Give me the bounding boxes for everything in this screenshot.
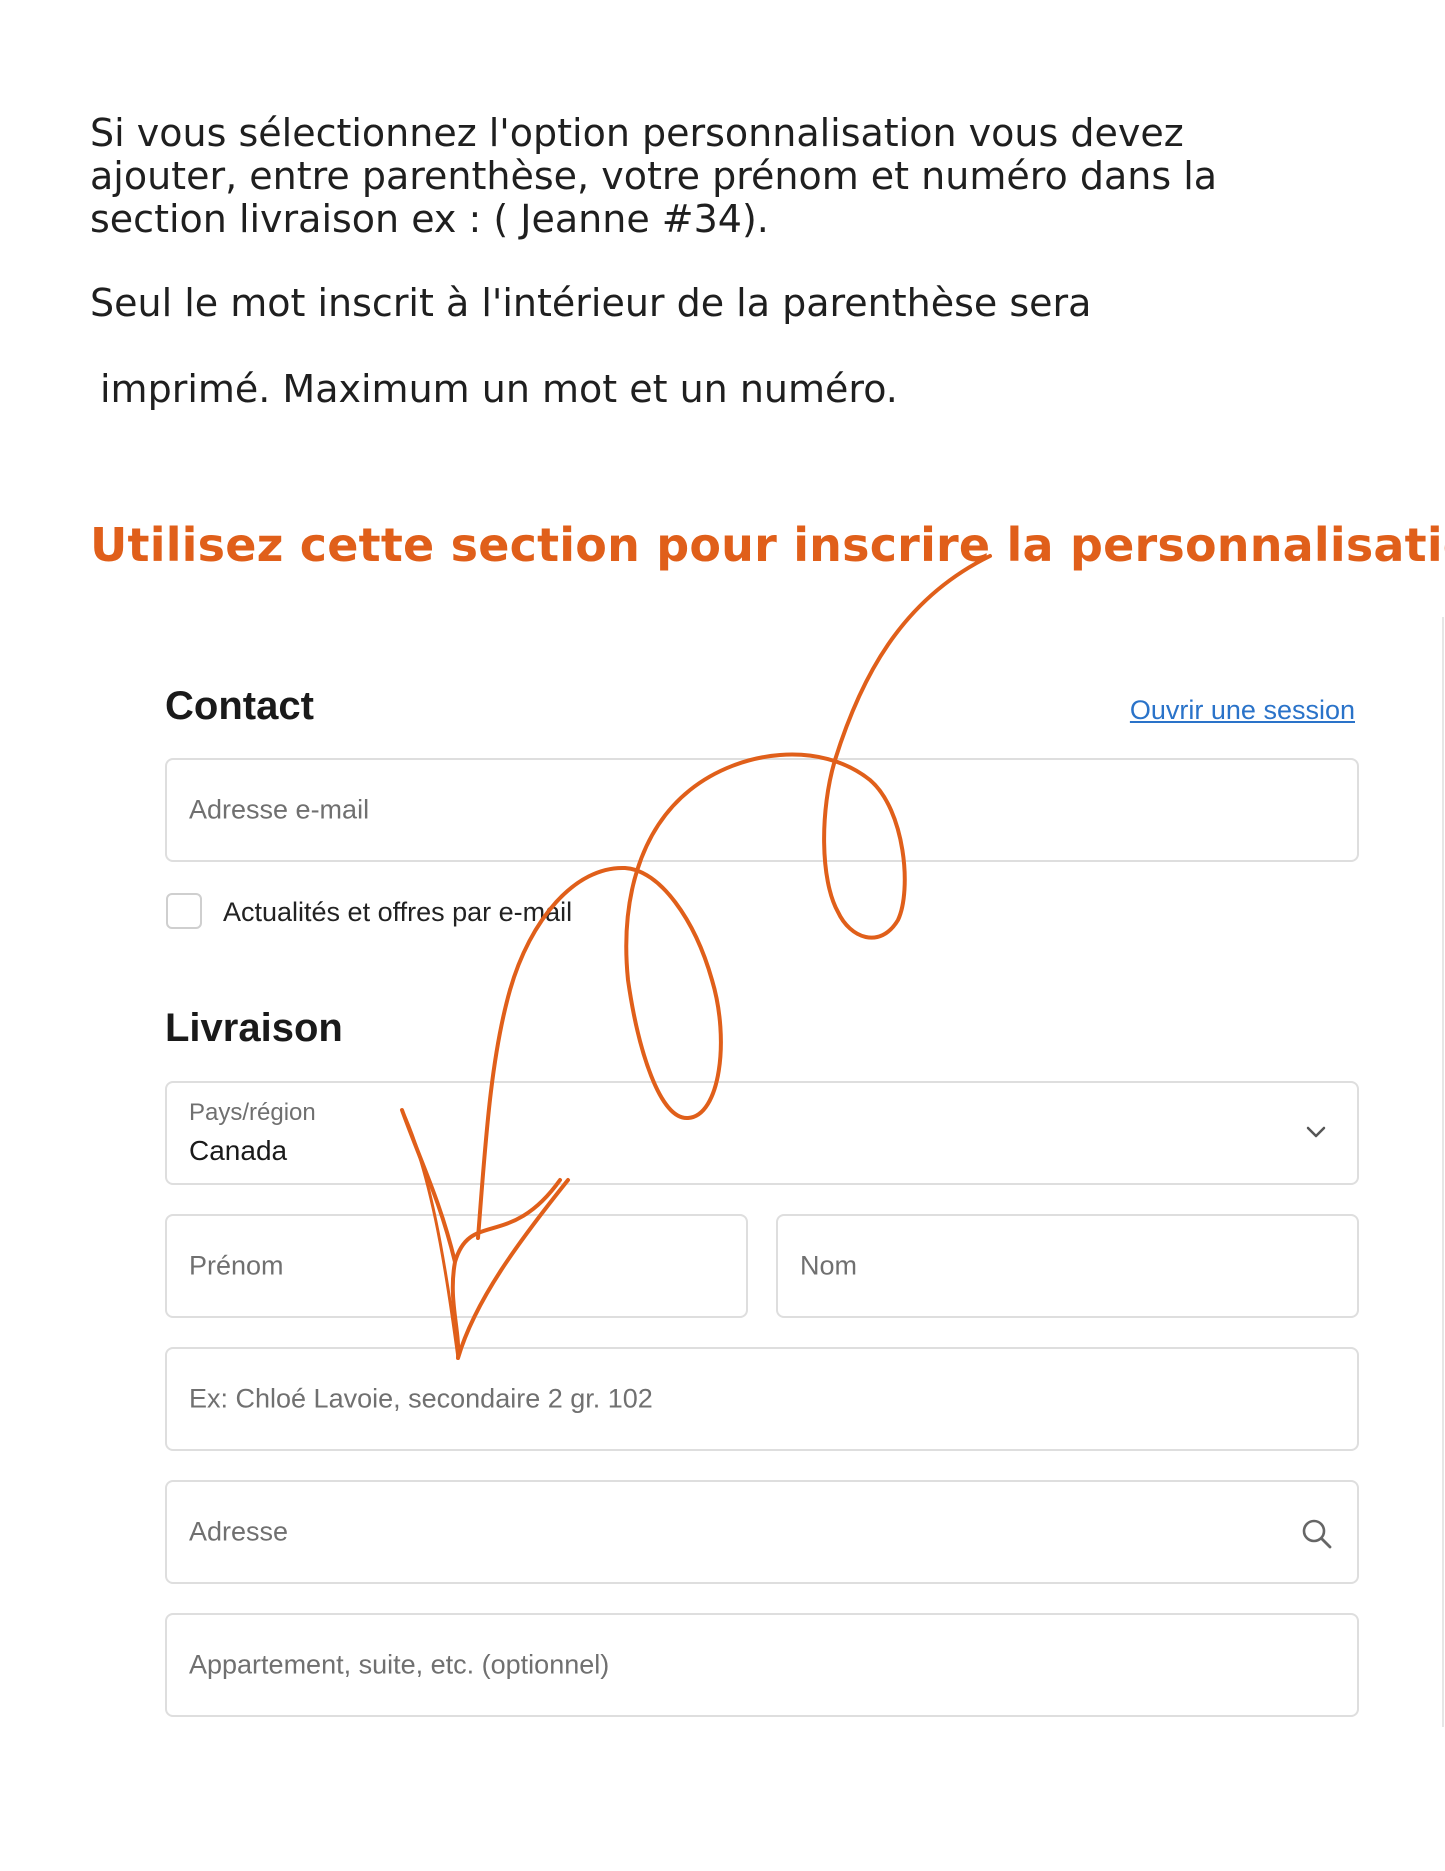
chevron-down-icon [1306, 1126, 1326, 1138]
email-placeholder: Adresse e-mail [189, 794, 370, 825]
contact-title: Contact [165, 684, 314, 728]
newsletter-label: Actualités et offres par e-mail [223, 897, 573, 927]
apartment-field[interactable]: Appartement, suite, etc. (optionnel) [165, 1613, 1359, 1717]
address-placeholder: Adresse [189, 1516, 289, 1547]
first-name-placeholder: Prénom [189, 1250, 284, 1281]
country-value: Canada [189, 1135, 288, 1166]
country-label: Pays/région [189, 1099, 316, 1126]
checkout-form: Contact Ouvrir une session Adresse e-mai… [0, 0, 1445, 1871]
company-field[interactable]: Ex: Chloé Lavoie, secondaire 2 gr. 102 [165, 1347, 1359, 1451]
country-select[interactable]: Pays/région Canada [165, 1081, 1359, 1185]
address-field[interactable]: Adresse [165, 1480, 1359, 1584]
last-name-field[interactable]: Nom [776, 1214, 1359, 1318]
apartment-placeholder: Appartement, suite, etc. (optionnel) [189, 1649, 610, 1680]
company-placeholder: Ex: Chloé Lavoie, secondaire 2 gr. 102 [189, 1383, 653, 1414]
login-link[interactable]: Ouvrir une session [1130, 695, 1355, 726]
first-name-field[interactable]: Prénom [165, 1214, 748, 1318]
last-name-placeholder: Nom [800, 1250, 858, 1281]
newsletter-checkbox[interactable] [166, 893, 202, 929]
email-field[interactable]: Adresse e-mail [165, 758, 1359, 862]
search-icon[interactable] [1299, 1516, 1335, 1552]
shipping-title: Livraison [165, 1006, 343, 1050]
